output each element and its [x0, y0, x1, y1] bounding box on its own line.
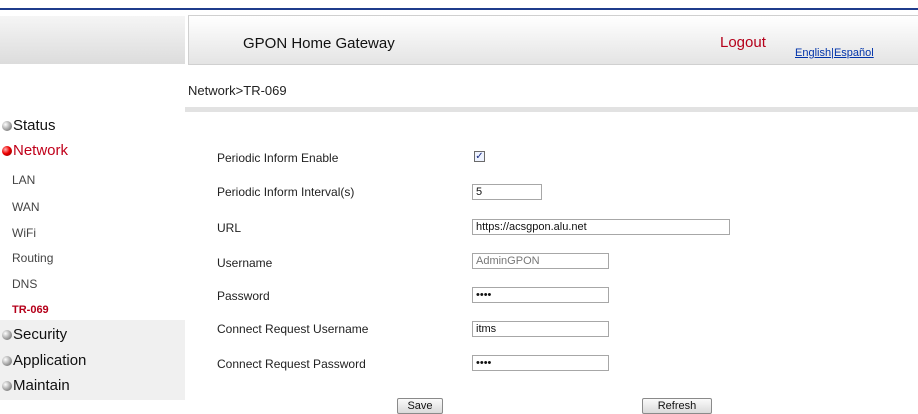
header-bar: GPON Home Gateway Logout English|Español: [188, 15, 918, 65]
periodic-inform-enable-checkbox[interactable]: ✓: [474, 151, 485, 162]
periodic-inform-interval-input[interactable]: [472, 184, 542, 200]
url-input[interactable]: [472, 219, 730, 235]
sidebar-section-label: Status: [13, 117, 56, 134]
password-label: Password: [217, 289, 270, 303]
sidebar-item-wan[interactable]: WAN: [12, 200, 40, 214]
language-switcher: English|Español: [795, 47, 874, 59]
username-input[interactable]: [472, 253, 609, 269]
password-input[interactable]: [472, 287, 609, 303]
bullet-icon: [2, 356, 12, 366]
connect-request-username-input[interactable]: [472, 321, 609, 337]
sidebar-section-status[interactable]: Status: [2, 115, 56, 137]
username-label: Username: [217, 256, 273, 270]
refresh-button[interactable]: Refresh: [642, 398, 712, 414]
sidebar-section-label: Maintain: [13, 377, 70, 394]
sidebar-section-label: Network: [13, 142, 69, 159]
sidebar-section-application[interactable]: Application: [2, 350, 86, 372]
periodic-inform-interval-label: Periodic Inform Interval(s): [217, 185, 355, 199]
sidebar-item-dns[interactable]: DNS: [12, 277, 37, 291]
bullet-icon: [2, 381, 12, 391]
english-link[interactable]: English: [795, 47, 831, 59]
connect-request-password-input[interactable]: [472, 355, 609, 371]
connect-request-username-label: Connect Request Username: [217, 322, 369, 336]
bullet-icon: [2, 146, 12, 156]
divider: [185, 107, 918, 112]
bullet-icon: [2, 121, 12, 131]
sidebar-header: [0, 16, 185, 64]
connect-request-password-label: Connect Request Password: [217, 357, 366, 371]
sidebar-section-security[interactable]: Security: [2, 324, 67, 346]
save-button[interactable]: Save: [397, 398, 443, 414]
spanish-link[interactable]: Español: [834, 47, 874, 59]
sidebar-item-tr069[interactable]: TR-069: [12, 304, 49, 316]
sidebar-item-lan[interactable]: LAN: [12, 173, 35, 187]
sidebar-item-wifi[interactable]: WiFi: [12, 226, 36, 240]
sidebar-item-routing[interactable]: Routing: [12, 251, 53, 265]
bullet-icon: [2, 330, 12, 340]
url-label: URL: [217, 221, 242, 235]
sidebar-section-label: Security: [13, 326, 68, 343]
top-border-line: [0, 8, 918, 10]
sidebar-section-network[interactable]: Network: [2, 140, 68, 162]
sidebar-section-maintain[interactable]: Maintain: [2, 375, 70, 397]
logout-link[interactable]: Logout: [720, 34, 766, 51]
periodic-inform-enable-label: Periodic Inform Enable: [217, 151, 339, 165]
breadcrumb: Network>TR-069: [188, 83, 287, 98]
sidebar-section-label: Application: [13, 352, 87, 369]
app-title: GPON Home Gateway: [243, 35, 395, 52]
